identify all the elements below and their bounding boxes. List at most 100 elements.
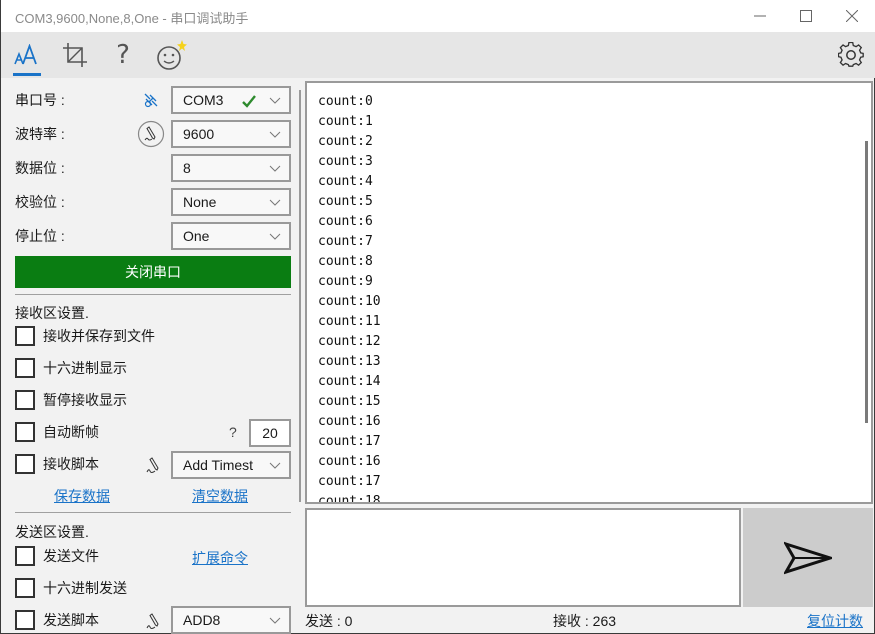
receive-area[interactable]: count:0 count:1 count:2 count:3 count:4 count… bbox=[305, 81, 873, 504]
send-script-value: ADD8 bbox=[183, 612, 221, 628]
checkbox[interactable] bbox=[15, 610, 35, 630]
option-label: 十六进制发送 bbox=[43, 580, 127, 596]
receive-line: count:12 bbox=[318, 334, 381, 349]
settings-button[interactable] bbox=[831, 32, 871, 78]
minimize-icon bbox=[754, 15, 766, 17]
stop-bits-label: 停止位 : bbox=[15, 228, 65, 244]
font-icon bbox=[14, 44, 37, 65]
chevron-down-icon bbox=[269, 131, 281, 138]
panel-splitter[interactable] bbox=[299, 90, 301, 502]
maximize-button[interactable] bbox=[783, 0, 829, 32]
divider bbox=[15, 512, 291, 513]
receive-line: count:17 bbox=[318, 434, 381, 449]
data-bits-select[interactable]: 8 bbox=[171, 154, 291, 182]
port-select[interactable]: COM3 bbox=[171, 86, 291, 114]
divider bbox=[15, 294, 291, 295]
checkbox[interactable] bbox=[15, 326, 35, 346]
close-port-button[interactable]: 关闭串口 bbox=[15, 256, 291, 288]
checkbox[interactable] bbox=[15, 454, 35, 474]
data-bits-value: 8 bbox=[183, 160, 191, 176]
data-bits-row: 数据位 : bbox=[15, 154, 65, 182]
send-script-edit-button[interactable] bbox=[139, 608, 167, 634]
emoji-button[interactable] bbox=[151, 32, 191, 78]
receive-script-option[interactable]: 接收脚本 bbox=[15, 452, 99, 476]
minimize-button[interactable] bbox=[737, 0, 783, 32]
frame-timeout-input[interactable]: 20 bbox=[249, 419, 291, 447]
frame-help-icon[interactable]: ? bbox=[229, 424, 237, 440]
send-button[interactable] bbox=[743, 508, 873, 607]
connected-check-icon bbox=[242, 95, 256, 108]
pause-display-option[interactable]: 暂停接收显示 bbox=[15, 388, 127, 412]
help-button[interactable]: ? bbox=[103, 32, 143, 78]
help-icon: ? bbox=[116, 40, 130, 70]
baud-value: 9600 bbox=[183, 126, 215, 142]
pen-icon bbox=[146, 613, 159, 629]
hex-send-option[interactable]: 十六进制发送 bbox=[15, 576, 127, 600]
receive-line: count:10 bbox=[318, 294, 381, 309]
receive-script-edit-button[interactable] bbox=[139, 452, 167, 480]
pen-icon bbox=[146, 457, 159, 473]
crop-icon bbox=[63, 43, 87, 67]
app-window: COM3,9600,None,8,One - 串口调试助手 ? 串口号: CO… bbox=[0, 0, 875, 634]
receive-line: count:3 bbox=[318, 154, 373, 169]
checkbox[interactable] bbox=[15, 578, 35, 598]
option-label: 发送脚本 bbox=[43, 612, 99, 628]
close-window-button[interactable] bbox=[829, 0, 875, 32]
port-refresh-button[interactable] bbox=[137, 86, 165, 114]
send-input[interactable] bbox=[305, 508, 741, 607]
hex-display-option[interactable]: 十六进制显示 bbox=[15, 356, 127, 380]
settings-panel: 串口号 : COM3 波特率 : 9600 数据位: 8 校验位: None… bbox=[1, 78, 301, 634]
chevron-down-icon bbox=[269, 165, 281, 172]
receive-line: count:6 bbox=[318, 214, 373, 229]
receive-text: count:0 count:1 count:2 count:3 count:4 count… bbox=[318, 92, 381, 504]
checkbox[interactable] bbox=[15, 422, 35, 442]
maximize-icon bbox=[800, 10, 812, 22]
auto-frame-option[interactable]: 自动断帧 bbox=[15, 420, 99, 444]
checkbox[interactable] bbox=[15, 546, 35, 566]
data-bits-label: 数据位 : bbox=[15, 160, 65, 176]
receive-line: count:2 bbox=[318, 134, 373, 149]
send-script-option[interactable]: 发送脚本 bbox=[15, 608, 99, 632]
send-file-option[interactable]: 发送文件 bbox=[15, 544, 99, 568]
extend-commands-link[interactable]: 扩展命令 bbox=[192, 548, 248, 568]
option-label: 发送文件 bbox=[43, 548, 99, 564]
stop-bits-select[interactable]: One bbox=[171, 222, 291, 250]
receive-line: count:4 bbox=[318, 174, 373, 189]
chevron-down-icon bbox=[269, 617, 281, 624]
baud-row: 波特率 : bbox=[15, 120, 65, 148]
checkbox[interactable] bbox=[15, 358, 35, 378]
gear-icon bbox=[838, 42, 864, 67]
chevron-down-icon bbox=[269, 233, 281, 240]
stop-bits-value: One bbox=[183, 228, 210, 244]
receive-line: count:5 bbox=[318, 194, 373, 209]
receive-line: count:18 bbox=[318, 494, 381, 504]
send-script-select[interactable]: ADD8 bbox=[171, 606, 291, 634]
checkbox[interactable] bbox=[15, 390, 35, 410]
sent-count: 发送 : 0 bbox=[305, 613, 353, 629]
disconnect-plug-icon bbox=[144, 93, 158, 108]
reset-count-link[interactable]: 复位计数 bbox=[807, 611, 863, 631]
clear-data-link[interactable]: 清空数据 bbox=[192, 486, 248, 506]
receive-script-select[interactable]: Add Timest bbox=[171, 451, 291, 479]
chevron-down-icon bbox=[269, 199, 281, 206]
chevron-down-icon bbox=[269, 462, 281, 469]
receive-line: count:0 bbox=[318, 94, 373, 109]
parity-select[interactable]: None bbox=[171, 188, 291, 216]
baud-edit-button[interactable] bbox=[137, 120, 165, 148]
scrollbar-thumb[interactable] bbox=[865, 141, 868, 423]
parity-value: None bbox=[183, 194, 217, 210]
font-tool-button[interactable] bbox=[7, 32, 47, 78]
crop-tool-button[interactable] bbox=[55, 32, 95, 78]
receive-line: count:16 bbox=[318, 454, 381, 469]
option-label: 十六进制显示 bbox=[43, 360, 127, 376]
save-to-file-option[interactable]: 接收并保存到文件 bbox=[15, 324, 155, 348]
received-count: 接收 : 263 bbox=[553, 613, 617, 629]
receive-line: count:16 bbox=[318, 414, 381, 429]
baud-select[interactable]: 9600 bbox=[171, 120, 291, 148]
chevron-down-icon bbox=[269, 97, 281, 104]
save-data-link[interactable]: 保存数据 bbox=[54, 486, 110, 506]
receive-settings-title: 接收区设置. bbox=[15, 305, 89, 321]
parity-row: 校验位 : bbox=[15, 188, 65, 216]
receive-line: count:1 bbox=[318, 114, 373, 129]
close-icon bbox=[846, 10, 858, 22]
